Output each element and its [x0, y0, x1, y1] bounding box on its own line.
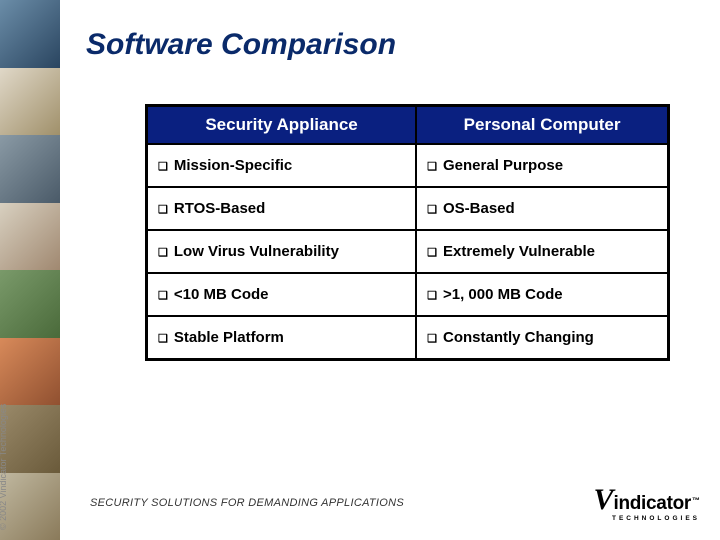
- cell-text: Stable Platform: [174, 329, 284, 346]
- cell-text: Low Virus Vulnerability: [174, 243, 339, 260]
- table-cell: General Purpose: [416, 144, 668, 187]
- footer: SECURITY SOLUTIONS FOR DEMANDING APPLICA…: [90, 483, 700, 522]
- sidebar-image: [0, 203, 60, 271]
- logo-tm: ™: [692, 496, 700, 505]
- sidebar-image: [0, 405, 60, 473]
- table-row: <10 MB Code >1, 000 MB Code: [147, 273, 669, 316]
- sidebar-image: [0, 473, 60, 540]
- logo-text: indicator: [613, 493, 691, 514]
- image-sidebar: [0, 0, 60, 540]
- bullet-icon: [427, 289, 437, 302]
- bullet-icon: [158, 289, 168, 302]
- table-cell: Extremely Vulnerable: [416, 230, 668, 273]
- sidebar-image: [0, 270, 60, 338]
- cell-text: OS-Based: [443, 200, 515, 217]
- table-cell: Constantly Changing: [416, 316, 668, 360]
- page-title: Software Comparison: [86, 28, 720, 62]
- table-header-left: Security Appliance: [147, 106, 417, 145]
- cell-text: RTOS-Based: [174, 200, 265, 217]
- table-cell: Mission-Specific: [147, 144, 417, 187]
- sidebar-image: [0, 0, 60, 68]
- table-cell: Stable Platform: [147, 316, 417, 360]
- logo-letter: V: [593, 483, 613, 516]
- bullet-icon: [158, 246, 168, 259]
- cell-text: Constantly Changing: [443, 329, 594, 346]
- company-logo: Vindicator™ TECHNOLOGIES: [593, 483, 700, 522]
- table-header-right: Personal Computer: [416, 106, 668, 145]
- bullet-icon: [158, 160, 168, 173]
- table-row: RTOS-Based OS-Based: [147, 187, 669, 230]
- bullet-icon: [158, 203, 168, 216]
- bullet-icon: [158, 332, 168, 345]
- bullet-icon: [427, 160, 437, 173]
- sidebar-image: [0, 68, 60, 136]
- main-content: Software Comparison Security Appliance P…: [70, 0, 720, 361]
- sidebar-image: [0, 135, 60, 203]
- bullet-icon: [427, 203, 437, 216]
- cell-text: General Purpose: [443, 157, 563, 174]
- bullet-icon: [427, 332, 437, 345]
- copyright-text: © 2002 Vindicator Technologies: [0, 404, 8, 530]
- bullet-icon: [427, 246, 437, 259]
- table-cell: >1, 000 MB Code: [416, 273, 668, 316]
- table-row: Low Virus Vulnerability Extremely Vulner…: [147, 230, 669, 273]
- cell-text: >1, 000 MB Code: [443, 286, 563, 303]
- cell-text: Mission-Specific: [174, 157, 292, 174]
- table-row: Mission-Specific General Purpose: [147, 144, 669, 187]
- table-cell: <10 MB Code: [147, 273, 417, 316]
- cell-text: Extremely Vulnerable: [443, 243, 595, 260]
- table-row: Stable Platform Constantly Changing: [147, 316, 669, 360]
- footer-tagline: SECURITY SOLUTIONS FOR DEMANDING APPLICA…: [90, 497, 404, 509]
- table-cell: OS-Based: [416, 187, 668, 230]
- cell-text: <10 MB Code: [174, 286, 269, 303]
- comparison-table: Security Appliance Personal Computer Mis…: [145, 104, 670, 361]
- sidebar-image: [0, 338, 60, 406]
- table-cell: RTOS-Based: [147, 187, 417, 230]
- comparison-table-wrap: Security Appliance Personal Computer Mis…: [145, 104, 670, 361]
- logo-subtext: TECHNOLOGIES: [593, 515, 700, 522]
- table-cell: Low Virus Vulnerability: [147, 230, 417, 273]
